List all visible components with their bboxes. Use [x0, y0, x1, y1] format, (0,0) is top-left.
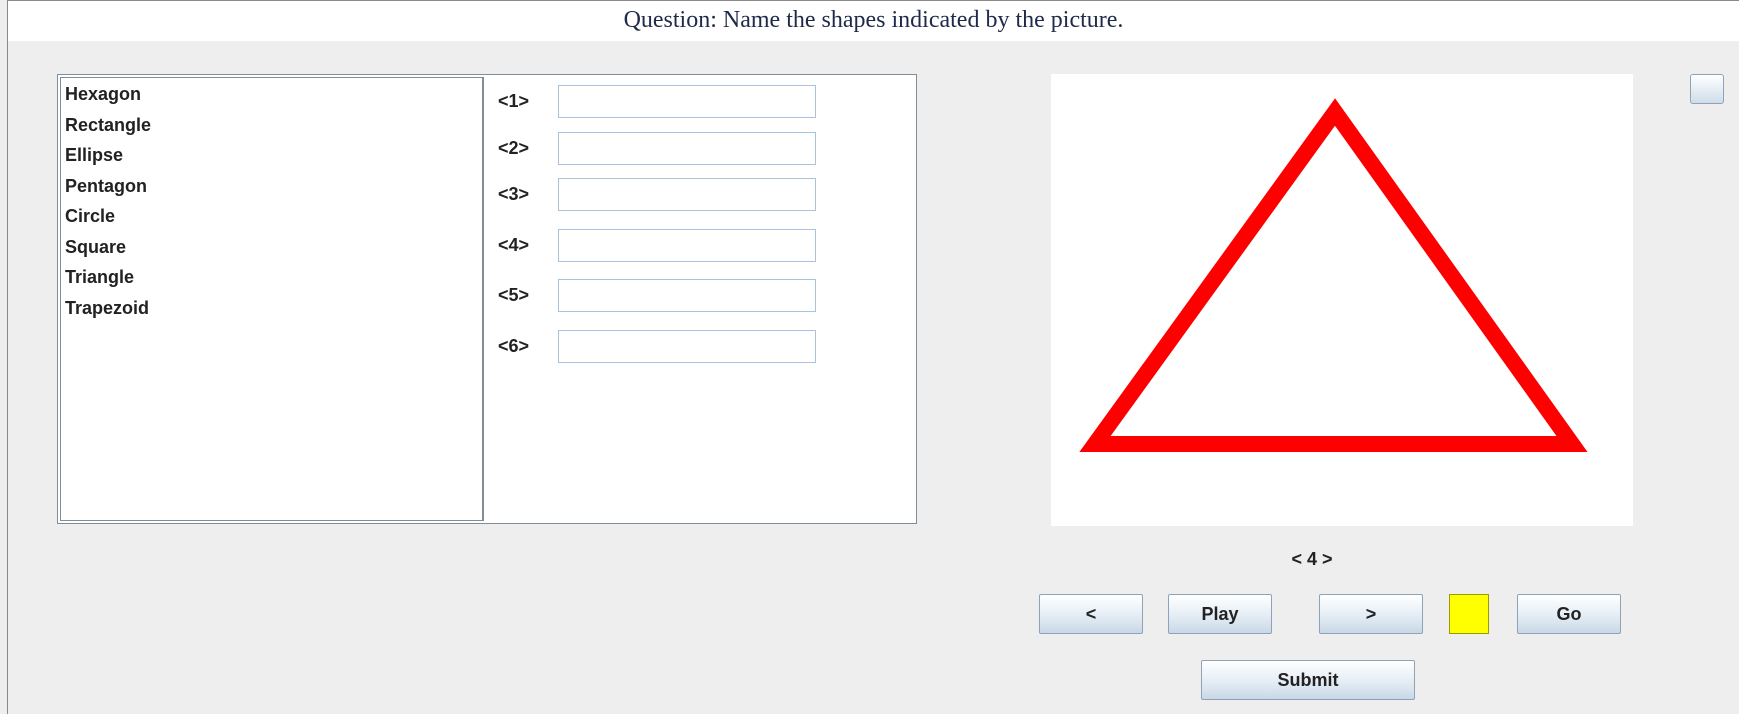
- answer-input-4[interactable]: [558, 229, 816, 262]
- submit-button[interactable]: Submit: [1201, 660, 1415, 700]
- word-bank-item-ellipse[interactable]: Ellipse: [65, 143, 482, 174]
- word-bank-item-pentagon[interactable]: Pentagon: [65, 174, 482, 205]
- answer-input-1[interactable]: [558, 85, 816, 118]
- exercise-window: Question: Name the shapes indicated by t…: [0, 0, 1739, 714]
- shape-drawing: [1079, 98, 1588, 452]
- window-border-left: [7, 0, 8, 714]
- answer-label-2: <2>: [498, 138, 530, 158]
- shape-picture: [1051, 74, 1633, 526]
- word-bank-list: Hexagon Rectangle Ellipse Pentagon Circl…: [60, 77, 484, 521]
- status-color-indicator: [1449, 594, 1489, 634]
- go-button[interactable]: Go: [1517, 594, 1621, 634]
- next-button[interactable]: >: [1319, 594, 1423, 634]
- answer-label-5: <5>: [498, 285, 530, 305]
- triangle-shape: [1079, 98, 1588, 452]
- word-bank-item-hexagon[interactable]: Hexagon: [65, 82, 482, 113]
- answer-panel: Hexagon Rectangle Ellipse Pentagon Circl…: [57, 74, 917, 524]
- answer-label-6: <6>: [498, 336, 530, 356]
- question-title: Question: Name the shapes indicated by t…: [623, 7, 1124, 33]
- word-bank-item-rectangle[interactable]: Rectangle: [65, 113, 482, 144]
- answer-input-5[interactable]: [558, 279, 816, 312]
- corner-toggle-button[interactable]: [1690, 74, 1724, 104]
- answer-input-2[interactable]: [558, 132, 816, 165]
- word-bank-item-trapezoid[interactable]: Trapezoid: [65, 296, 482, 327]
- word-bank-item-square[interactable]: Square: [65, 235, 482, 266]
- answer-label-4: <4>: [498, 235, 530, 255]
- previous-button[interactable]: <: [1039, 594, 1143, 634]
- answer-input-6[interactable]: [558, 330, 816, 363]
- answer-input-3[interactable]: [558, 178, 816, 211]
- answer-label-1: <1>: [498, 91, 530, 111]
- word-bank-item-triangle[interactable]: Triangle: [65, 265, 482, 296]
- play-button[interactable]: Play: [1168, 594, 1272, 634]
- word-bank-item-circle[interactable]: Circle: [65, 204, 482, 235]
- question-bar: Question: Name the shapes indicated by t…: [8, 1, 1739, 41]
- answer-label-3: <3>: [498, 184, 530, 204]
- page-indicator: < 4 >: [1291, 549, 1333, 569]
